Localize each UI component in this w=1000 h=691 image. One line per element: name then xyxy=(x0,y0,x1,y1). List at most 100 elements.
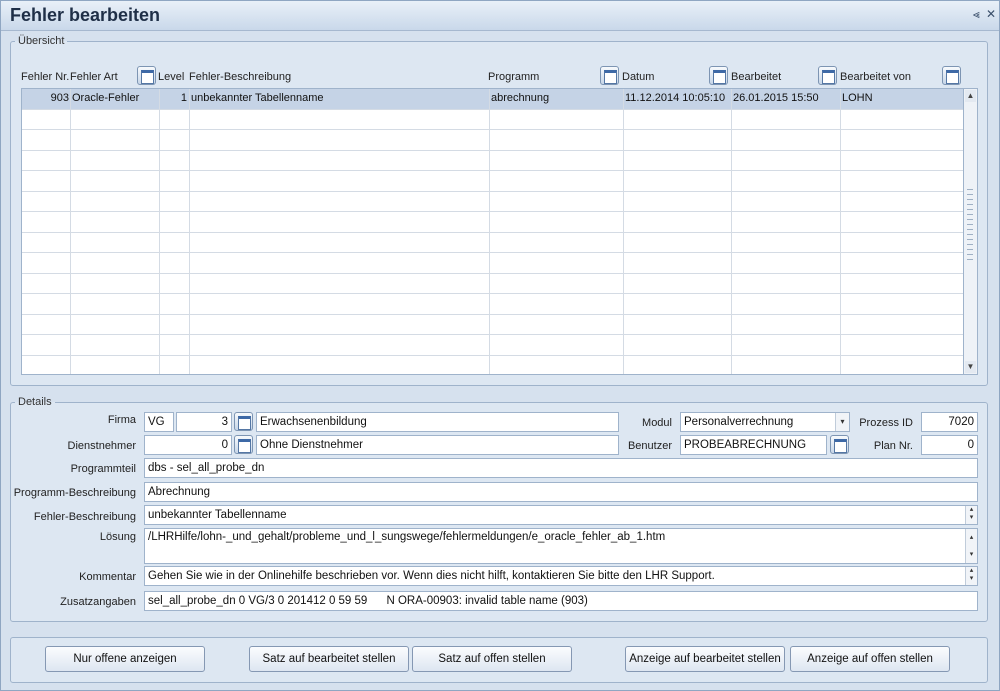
table-row[interactable] xyxy=(22,192,963,212)
datum-picker-icon[interactable] xyxy=(709,66,728,85)
zusatzangaben-field[interactable]: sel_all_probe_dn 0 VG/3 0 201412 0 59 59… xyxy=(144,591,978,611)
nur-offene-anzeigen-button[interactable]: Nur offene anzeigen xyxy=(45,646,205,672)
firma-label: Firma xyxy=(107,414,136,426)
modul-dropdown-icon[interactable]: ▾ xyxy=(835,413,849,431)
table-row[interactable] xyxy=(22,274,963,294)
table-row[interactable] xyxy=(22,130,963,151)
column-divider xyxy=(159,89,160,374)
table-scrollbar[interactable]: ▲ ▼ xyxy=(964,88,978,375)
details-legend: Details xyxy=(18,396,52,408)
spin-up-icon[interactable]: ▴ xyxy=(966,567,977,575)
col-programm[interactable]: Programm xyxy=(488,71,539,83)
modul-label: Modul xyxy=(642,417,672,429)
zusatzangaben-label: Zusatzangaben xyxy=(60,596,136,608)
column-divider xyxy=(70,89,71,374)
column-divider xyxy=(731,89,732,374)
firma-code-field[interactable]: VG xyxy=(144,412,174,432)
satz-bearbeitet-button[interactable]: Satz auf bearbeitet stellen xyxy=(249,646,409,672)
programm-beschreibung-field[interactable]: Abrechnung xyxy=(144,482,978,502)
anzeige-offen-button[interactable]: Anzeige auf offen stellen xyxy=(790,646,950,672)
dienstnehmer-picker-icon[interactable] xyxy=(234,435,253,454)
column-divider xyxy=(840,89,841,374)
table-row[interactable] xyxy=(22,233,963,253)
spin-up-icon[interactable]: ▴ xyxy=(966,506,977,514)
benutzer-label: Benutzer xyxy=(627,440,672,452)
col-bearbeitet[interactable]: Bearbeitet xyxy=(731,71,781,83)
error-table[interactable]: 903 Oracle-Fehler 1 unbekannter Tabellen… xyxy=(21,88,964,375)
close-icon[interactable]: ✕ xyxy=(986,7,996,21)
fehler-beschreibung-spinner[interactable]: ▴ ▾ xyxy=(965,506,977,524)
loesung-value: /LHRHilfe/lohn-_und_gehalt/probleme_und_… xyxy=(148,531,666,543)
table-row[interactable] xyxy=(22,253,963,274)
col-fehler-art[interactable]: Fehler Art xyxy=(70,71,118,83)
loesung-label: Lösung xyxy=(99,531,136,543)
col-level[interactable]: Level xyxy=(158,71,184,83)
cell-fehler-nr: 903 xyxy=(50,92,69,104)
table-row[interactable] xyxy=(22,212,963,233)
table-row[interactable]: 903 Oracle-Fehler 1 unbekannter Tabellen… xyxy=(22,89,963,110)
spin-up-icon[interactable]: ▴ xyxy=(966,529,977,546)
table-row[interactable] xyxy=(22,151,963,171)
fehler-beschreibung-field[interactable]: unbekannter Tabellenname ▴ ▾ xyxy=(144,505,978,525)
column-divider xyxy=(189,89,190,374)
cell-bearbeitet: 26.01.2015 15:50 xyxy=(733,92,819,104)
benutzer-picker-icon[interactable] xyxy=(830,435,849,454)
column-divider xyxy=(623,89,624,374)
programmteil-label: Programmteil xyxy=(70,463,136,475)
cell-level: 1 xyxy=(180,92,187,104)
scroll-up-icon[interactable]: ▲ xyxy=(965,90,976,102)
cell-fehler-art: Oracle-Fehler xyxy=(72,92,140,104)
table-row[interactable] xyxy=(22,315,963,335)
table-row[interactable] xyxy=(22,356,963,375)
loesung-textarea[interactable]: /LHRHilfe/lohn-_und_gehalt/probleme_und_… xyxy=(144,528,978,564)
table-row[interactable] xyxy=(22,110,963,130)
col-bearbeitet-von[interactable]: Bearbeitet von xyxy=(840,71,911,83)
anzeige-bearbeitet-button[interactable]: Anzeige auf bearbeitet stellen xyxy=(625,646,785,672)
table-row[interactable] xyxy=(22,171,963,192)
modul-value: Personalverrechnung xyxy=(684,416,794,428)
firma-number-field[interactable]: 3 xyxy=(176,412,232,432)
cell-beschreibung: unbekannter Tabellenname xyxy=(191,92,324,104)
spin-down-icon[interactable]: ▾ xyxy=(966,546,977,563)
title-bar: Fehler bearbeiten ⪡ ✕ xyxy=(1,1,999,31)
overview-group: Übersicht Fehler Nr. Fehler Art Level Fe… xyxy=(10,35,988,386)
fehler-beschreibung-value: unbekannter Tabellenname xyxy=(148,509,287,521)
prozess-id-label: Prozess ID xyxy=(859,417,913,429)
bearbeitet-von-picker-icon[interactable] xyxy=(942,66,961,85)
col-fehler-nr[interactable]: Fehler Nr. xyxy=(21,71,69,83)
table-row[interactable] xyxy=(22,335,963,356)
prozess-id-field[interactable]: 7020 xyxy=(921,412,978,432)
cell-programm: abrechnung xyxy=(491,92,550,104)
satz-offen-button[interactable]: Satz auf offen stellen xyxy=(412,646,572,672)
benutzer-field[interactable]: PROBEABRECHNUNG xyxy=(680,435,827,455)
fehler-beschreibung-label: Fehler-Beschreibung xyxy=(33,511,136,523)
dienstnehmer-name-field: Ohne Dienstnehmer xyxy=(256,435,619,455)
spin-down-icon[interactable]: ▾ xyxy=(966,514,977,522)
programm-beschreibung-label: Programm-Beschreibung xyxy=(13,487,136,499)
table-row[interactable] xyxy=(22,294,963,315)
minimize-icon[interactable]: ⪡ xyxy=(973,7,980,22)
scroll-down-icon[interactable]: ▼ xyxy=(965,361,976,373)
spin-down-icon[interactable]: ▾ xyxy=(966,575,977,583)
dienstnehmer-number-field[interactable]: 0 xyxy=(144,435,232,455)
kommentar-field[interactable]: Gehen Sie wie in der Onlinehilfe beschri… xyxy=(144,566,978,586)
fehler-art-picker-icon[interactable] xyxy=(137,66,156,85)
col-datum[interactable]: Datum xyxy=(622,71,654,83)
plan-nr-field[interactable]: 0 xyxy=(921,435,978,455)
button-bar: Nur offene anzeigen Satz auf bearbeitet … xyxy=(10,637,988,683)
column-divider xyxy=(489,89,490,374)
scroll-thumb[interactable] xyxy=(967,189,973,261)
programm-picker-icon[interactable] xyxy=(600,66,619,85)
dienstnehmer-label: Dienstnehmer xyxy=(67,440,136,452)
cell-datum: 11.12.2014 10:05:10 xyxy=(625,92,726,104)
programmteil-field[interactable]: dbs - sel_all_probe_dn xyxy=(144,458,978,478)
plan-nr-label: Plan Nr. xyxy=(873,440,913,452)
modul-select[interactable]: Personalverrechnung ▾ xyxy=(680,412,850,432)
loesung-scroller[interactable]: ▴ ▾ xyxy=(965,529,977,563)
kommentar-spinner[interactable]: ▴ ▾ xyxy=(965,567,977,585)
bearbeitet-picker-icon[interactable] xyxy=(818,66,837,85)
window-title: Fehler bearbeiten xyxy=(10,5,161,25)
col-fehler-beschreibung[interactable]: Fehler-Beschreibung xyxy=(189,71,291,83)
fehler-bearbeiten-window: Fehler bearbeiten ⪡ ✕ Übersicht Fehler N… xyxy=(0,0,1000,691)
firma-picker-icon[interactable] xyxy=(234,412,253,431)
